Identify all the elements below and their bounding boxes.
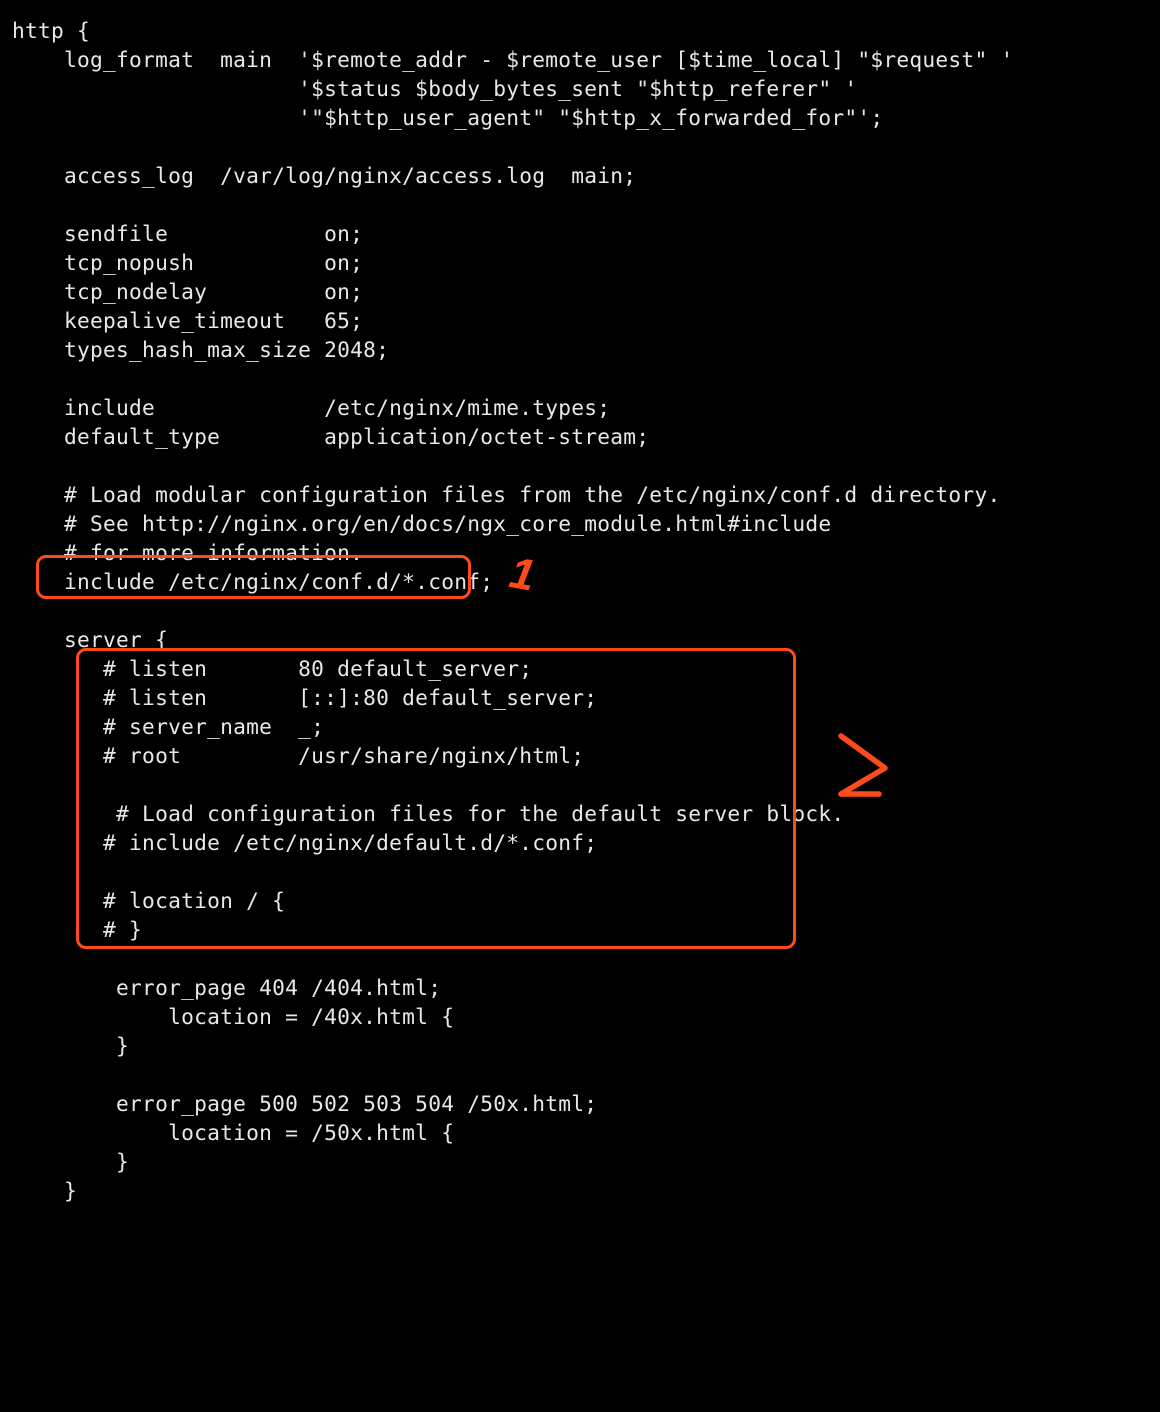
nginx-config-code: http { log_format main '$remote_addr - $…	[0, 0, 1025, 1205]
code-editor-view: http { log_format main '$remote_addr - $…	[0, 0, 1160, 1412]
